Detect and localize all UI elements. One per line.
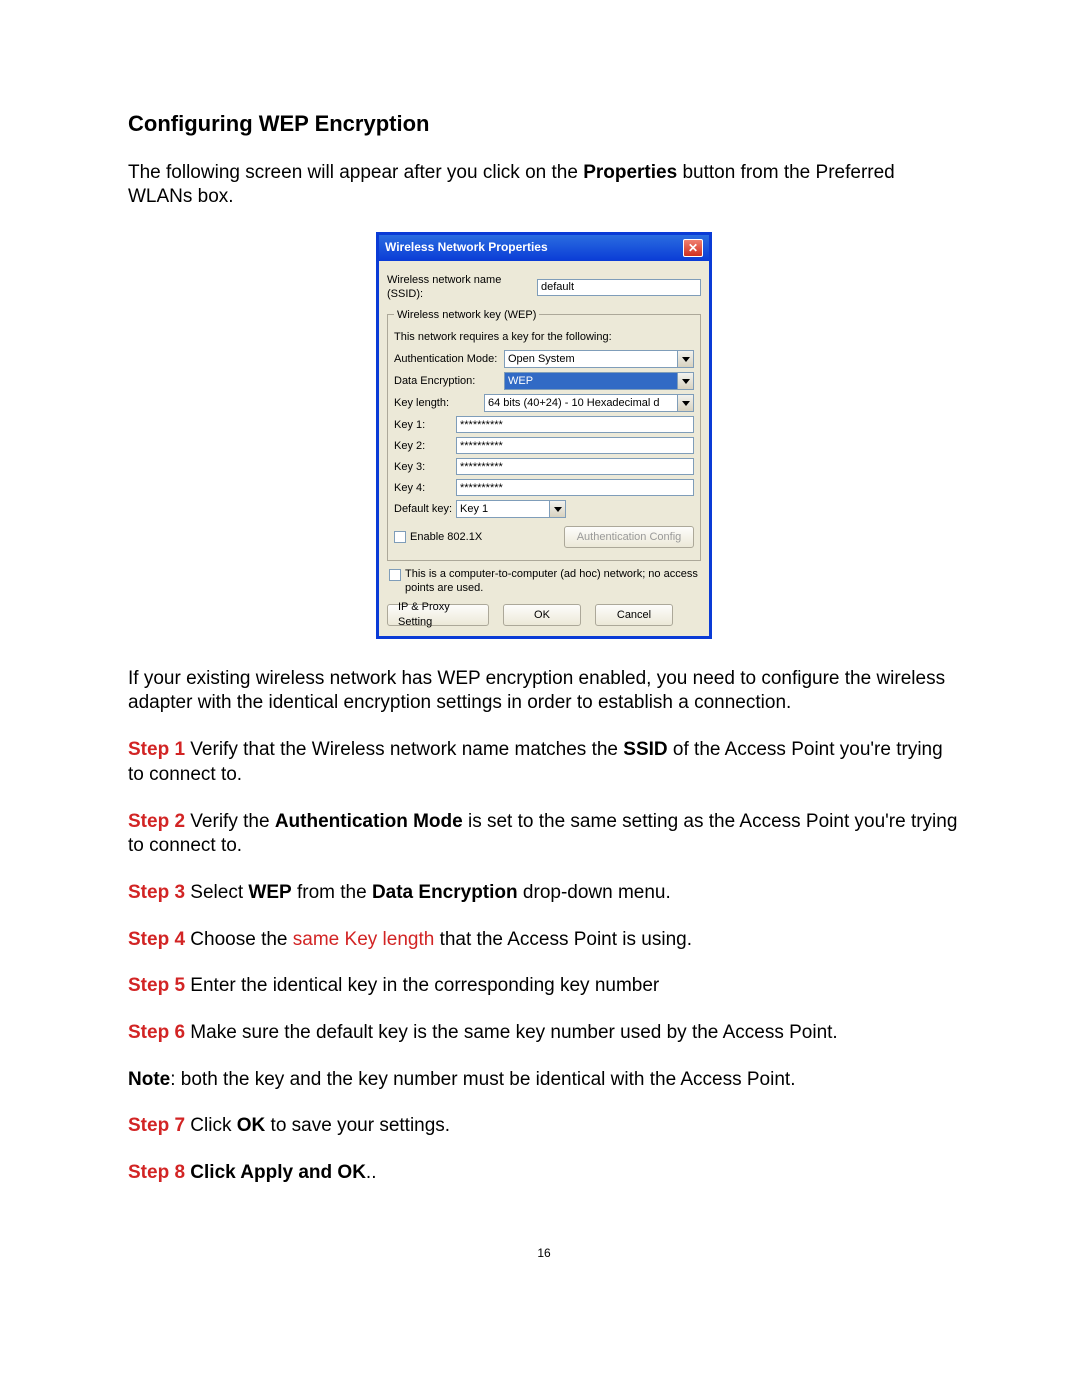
- dialog-body: Wireless network name (SSID): Wireless n…: [379, 261, 709, 636]
- dialog-figure: Wireless Network Properties ✕ Wireless n…: [376, 232, 712, 639]
- para-2: If your existing wireless network has WE…: [128, 667, 960, 716]
- ip-proxy-button[interactable]: IP & Proxy Setting: [387, 604, 489, 626]
- enable8021x-label: Enable 802.1X: [410, 531, 482, 543]
- key4-row: Key 4:: [394, 479, 694, 496]
- keylen-value: 64 bits (40+24) - 10 Hexadecimal d: [488, 396, 660, 410]
- step-1: Step 1 Verify that the Wireless network …: [128, 738, 960, 787]
- step-8: Step 8 Click Apply and OK..: [128, 1161, 960, 1186]
- adhoc-row[interactable]: This is a computer-to-computer (ad hoc) …: [389, 567, 701, 596]
- key4-input[interactable]: [456, 479, 694, 496]
- cancel-button[interactable]: Cancel: [595, 604, 673, 626]
- document-page: Configuring WEP Encryption The following…: [0, 0, 1080, 1301]
- auth-value: Open System: [508, 352, 575, 366]
- close-icon[interactable]: ✕: [683, 239, 703, 257]
- auth-label: Authentication Mode:: [394, 352, 504, 366]
- step-6: Step 6 Make sure the default key is the …: [128, 1021, 960, 1046]
- intro-paragraph: The following screen will appear after y…: [128, 161, 960, 210]
- step-4: Step 4 Choose the same Key length that t…: [128, 928, 960, 953]
- step2-label: Step 2: [128, 811, 185, 832]
- dialog-button-row: IP & Proxy Setting OK Cancel: [387, 604, 701, 626]
- step4-label: Step 4: [128, 929, 185, 950]
- key4-label: Key 4:: [394, 481, 456, 495]
- key2-label: Key 2:: [394, 439, 456, 453]
- step7-label: Step 7: [128, 1115, 185, 1136]
- enc-select[interactable]: WEP: [504, 372, 694, 390]
- chevron-down-icon[interactable]: [678, 372, 694, 390]
- auth-select[interactable]: Open System: [504, 350, 694, 368]
- key1-row: Key 1:: [394, 416, 694, 433]
- ok-button[interactable]: OK: [503, 604, 581, 626]
- enc-value: WEP: [508, 374, 533, 388]
- keylen-select[interactable]: 64 bits (40+24) - 10 Hexadecimal d: [484, 394, 694, 412]
- adhoc-label: This is a computer-to-computer (ad hoc) …: [405, 567, 701, 596]
- step6-label: Step 6: [128, 1022, 185, 1043]
- defkey-label: Default key:: [394, 502, 456, 516]
- defkey-value: Key 1: [460, 502, 488, 516]
- keylen-label: Key length:: [394, 396, 484, 410]
- checkbox-icon[interactable]: [394, 531, 406, 543]
- step-3: Step 3 Select WEP from the Data Encrypti…: [128, 881, 960, 906]
- step-7: Step 7 Click OK to save your settings.: [128, 1114, 960, 1139]
- intro-bold: Properties: [583, 162, 677, 183]
- auth-row: Authentication Mode: Open System: [394, 350, 694, 368]
- key3-label: Key 3:: [394, 460, 456, 474]
- dialog-window: Wireless Network Properties ✕ Wireless n…: [376, 232, 712, 639]
- step5-label: Step 5: [128, 975, 185, 996]
- page-title: Configuring WEP Encryption: [128, 110, 960, 139]
- chevron-down-icon[interactable]: [678, 394, 694, 412]
- key1-label: Key 1:: [394, 418, 456, 432]
- key3-input[interactable]: [456, 458, 694, 475]
- step8-label: Step 8: [128, 1162, 185, 1183]
- key2-input[interactable]: [456, 437, 694, 454]
- note: Note: both the key and the key number mu…: [128, 1068, 960, 1093]
- step-5: Step 5 Enter the identical key in the co…: [128, 974, 960, 999]
- defkey-row: Default key: Key 1: [394, 500, 694, 518]
- wep-fieldset: Wireless network key (WEP) This network …: [387, 308, 701, 562]
- checkbox-icon[interactable]: [389, 569, 401, 581]
- enable8021x-checkbox-wrap[interactable]: Enable 802.1X: [394, 530, 482, 544]
- defkey-select[interactable]: Key 1: [456, 500, 566, 518]
- page-number: 16: [128, 1246, 960, 1262]
- key1-input[interactable]: [456, 416, 694, 433]
- enc-row: Data Encryption: WEP: [394, 372, 694, 390]
- ssid-label: Wireless network name (SSID):: [387, 273, 537, 302]
- chevron-down-icon[interactable]: [678, 350, 694, 368]
- step1-label: Step 1: [128, 739, 185, 760]
- note-label: Note: [128, 1069, 170, 1090]
- dialog-titlebar: Wireless Network Properties ✕: [379, 235, 709, 261]
- ssid-row: Wireless network name (SSID):: [387, 273, 701, 302]
- keylen-row: Key length: 64 bits (40+24) - 10 Hexadec…: [394, 394, 694, 412]
- wep-desc: This network requires a key for the foll…: [394, 330, 694, 344]
- auth-config-button[interactable]: Authentication Config: [564, 526, 694, 548]
- enable8021x-row: Enable 802.1X Authentication Config: [394, 526, 694, 548]
- step-2: Step 2 Verify the Authentication Mode is…: [128, 810, 960, 859]
- key3-row: Key 3:: [394, 458, 694, 475]
- chevron-down-icon[interactable]: [550, 500, 566, 518]
- key2-row: Key 2:: [394, 437, 694, 454]
- step3-label: Step 3: [128, 882, 185, 903]
- wep-legend: Wireless network key (WEP): [394, 308, 539, 322]
- dialog-title: Wireless Network Properties: [385, 240, 683, 256]
- enc-label: Data Encryption:: [394, 374, 504, 388]
- ssid-input[interactable]: [537, 279, 701, 296]
- intro-pre: The following screen will appear after y…: [128, 162, 583, 183]
